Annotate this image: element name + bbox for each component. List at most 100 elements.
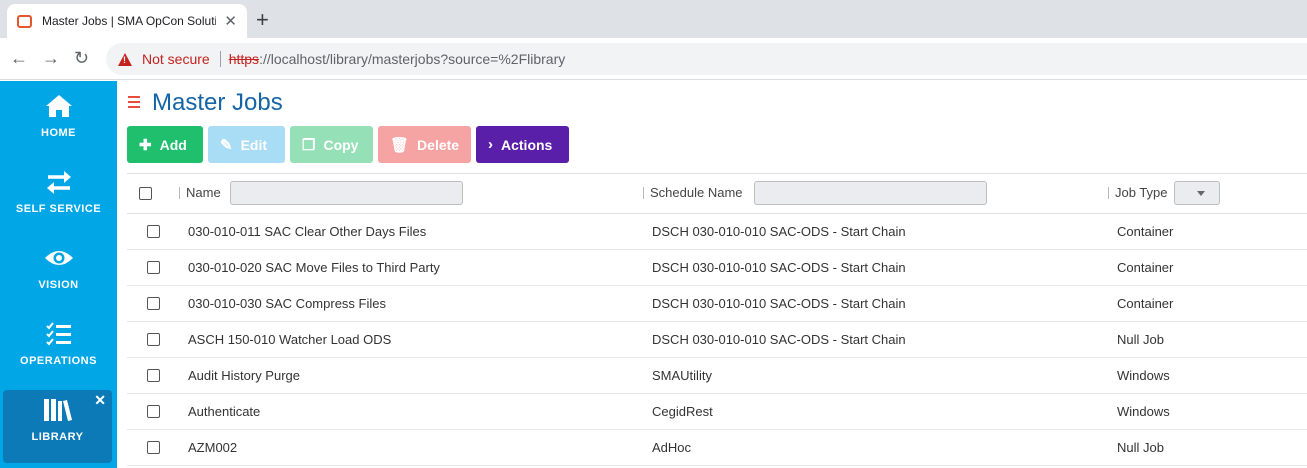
sidebar-item-label: HOME: [41, 127, 76, 139]
job-name: 030-010-020 SAC Move Files to Third Part…: [188, 260, 440, 275]
url-scheme: https: [228, 51, 260, 67]
sidebar-item-self-service[interactable]: SELF SERVICE: [0, 157, 117, 233]
column-header-name[interactable]: Name: [179, 185, 221, 200]
opcon-favicon-icon: [17, 14, 32, 28]
job-name: AZM002: [188, 440, 238, 455]
schedule-name: CegidRest: [652, 404, 713, 419]
column-header-label: Name: [186, 185, 221, 200]
schedule-name: DSCH 030-010-010 SAC-ODS - Start Chain: [652, 260, 906, 275]
job-type: Container: [1117, 296, 1174, 311]
schedule-filter-input[interactable]: [754, 181, 987, 205]
row-checkbox[interactable]: [147, 369, 160, 382]
back-arrow-icon[interactable]: ←: [10, 47, 28, 69]
add-button-label: Add: [159, 136, 187, 153]
copy-icon: ❐: [302, 136, 316, 154]
sidebar-item-operations[interactable]: OPERATIONS: [0, 309, 117, 385]
schedule-name: DSCH 030-010-010 SAC-ODS - Start Chain: [652, 332, 906, 347]
row-checkbox[interactable]: [147, 405, 160, 418]
job-type-filter-select[interactable]: [1174, 181, 1220, 205]
table-row[interactable]: 030-010-011 SAC Clear Other Days Files D…: [127, 214, 1307, 250]
close-library-icon[interactable]: ✕: [94, 392, 106, 409]
job-type: Null Job: [1117, 332, 1164, 347]
main-content: Master Jobs ✚ Add ✎ Edit ❐ Copy 🗑 Delete…: [117, 81, 1307, 468]
action-toolbar: ✚ Add ✎ Edit ❐ Copy 🗑 Delete › Actions: [127, 126, 574, 163]
table-row[interactable]: ASCH 150-010 Watcher Load ODS DSCH 030-0…: [127, 322, 1307, 358]
swap-arrows-icon: [0, 169, 117, 195]
browser-toolbar: ← → ↻ Not secure https ://localhost/libr…: [0, 38, 1307, 80]
schedule-name: DSCH 030-010-010 SAC-ODS - Start Chain: [652, 224, 906, 239]
omnibox-divider: [219, 51, 221, 67]
checklist-icon: [0, 321, 117, 347]
row-checkbox[interactable]: [147, 225, 160, 238]
copy-button[interactable]: ❐ Copy: [290, 126, 373, 163]
job-name: 030-010-011 SAC Clear Other Days Files: [188, 224, 427, 239]
job-type: Null Job: [1117, 440, 1164, 455]
column-divider: [179, 186, 180, 199]
delete-button-label: Delete: [417, 136, 460, 153]
row-checkbox[interactable]: [147, 261, 160, 274]
row-checkbox[interactable]: [147, 333, 160, 346]
sidebar: HOME SELF SERVICE VISION OPERATIONS ✕ LI…: [0, 81, 117, 468]
table-row[interactable]: AZM002 AdHoc Null Job: [127, 430, 1307, 466]
forward-arrow-icon[interactable]: →: [42, 47, 60, 69]
home-icon: [0, 93, 117, 119]
page-title: Master Jobs: [152, 89, 283, 116]
job-name: ASCH 150-010 Watcher Load ODS: [188, 332, 392, 347]
table-row[interactable]: 030-010-030 SAC Compress Files DSCH 030-…: [127, 286, 1307, 322]
column-divider: [643, 186, 644, 199]
column-header-label: Schedule Name: [650, 185, 743, 200]
delete-button[interactable]: 🗑 Delete: [378, 126, 471, 163]
column-header-label: Job Type: [1115, 185, 1168, 200]
select-all-checkbox[interactable]: [139, 187, 152, 200]
job-type: Container: [1117, 224, 1174, 239]
schedule-name: SMAUtility: [652, 368, 712, 383]
sidebar-item-label: OPERATIONS: [20, 355, 97, 367]
warning-icon: [118, 52, 132, 66]
trash-icon: 🗑: [390, 136, 410, 154]
hamburger-menu-icon[interactable]: [128, 96, 140, 111]
job-name: 030-010-030 SAC Compress Files: [188, 296, 386, 311]
schedule-name: AdHoc: [652, 440, 692, 455]
job-name: Authenticate: [188, 404, 261, 419]
column-header-schedule-name[interactable]: Schedule Name: [643, 185, 743, 200]
table-row[interactable]: Authenticate CegidRest Windows: [127, 394, 1307, 430]
sidebar-item-home[interactable]: HOME: [0, 81, 117, 157]
security-indicator[interactable]: Not secure: [142, 51, 210, 67]
sidebar-item-label: SELF SERVICE: [15, 203, 102, 215]
sidebar-item-vision[interactable]: VISION: [0, 233, 117, 309]
address-bar[interactable]: Not secure https ://localhost/library/ma…: [106, 43, 1307, 75]
browser-tabstrip: Master Jobs | SMA OpCon Solutio ✕ +: [0, 0, 1307, 38]
add-button[interactable]: ✚ Add: [127, 126, 203, 163]
row-checkbox[interactable]: [147, 441, 160, 454]
reload-icon[interactable]: ↻: [74, 47, 89, 69]
schedule-name: DSCH 030-010-010 SAC-ODS - Start Chain: [652, 296, 906, 311]
plus-icon: ✚: [139, 136, 152, 154]
actions-button-label: Actions: [501, 136, 553, 153]
column-header-job-type[interactable]: Job Type: [1108, 185, 1168, 200]
copy-button-label: Copy: [323, 136, 359, 153]
table-row[interactable]: 030-010-020 SAC Move Files to Third Part…: [127, 250, 1307, 286]
name-filter-input[interactable]: [230, 181, 463, 205]
sidebar-item-label: VISION: [38, 279, 79, 291]
row-checkbox[interactable]: [147, 297, 160, 310]
job-type: Windows: [1117, 404, 1170, 419]
grid-header: Name Schedule Name Job Type: [127, 174, 1307, 214]
chevron-right-icon: ›: [488, 136, 493, 153]
pencil-icon: ✎: [220, 136, 233, 154]
table-row[interactable]: Audit History Purge SMAUtility Windows: [127, 358, 1307, 394]
tab-close-icon[interactable]: ✕: [224, 12, 237, 30]
column-divider: [1108, 186, 1109, 199]
edit-button-label: Edit: [240, 136, 268, 153]
edit-button[interactable]: ✎ Edit: [208, 126, 285, 163]
browser-tab[interactable]: Master Jobs | SMA OpCon Solutio ✕: [7, 4, 247, 38]
job-type: Container: [1117, 260, 1174, 275]
sidebar-item-label: LIBRARY: [31, 431, 84, 443]
tab-title: Master Jobs | SMA OpCon Solutio: [42, 14, 217, 28]
master-jobs-grid: Name Schedule Name Job Type 030-010-011 …: [127, 173, 1307, 466]
job-name: Audit History Purge: [188, 368, 300, 383]
new-tab-button[interactable]: +: [256, 7, 269, 33]
sidebar-item-library[interactable]: ✕ LIBRARY: [3, 390, 112, 463]
eye-icon: [0, 245, 117, 271]
url-text: ://localhost/library/masterjobs?source=%…: [259, 51, 566, 67]
actions-button[interactable]: › Actions: [476, 126, 569, 163]
